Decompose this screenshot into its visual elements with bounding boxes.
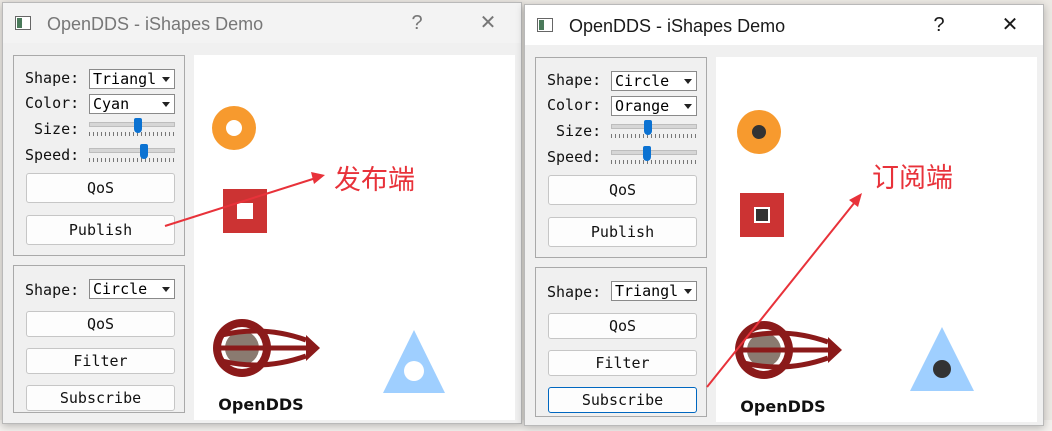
publish-color-value: Cyan bbox=[93, 95, 130, 113]
size-slider[interactable] bbox=[89, 118, 175, 140]
logo-text: OpenDDS bbox=[218, 395, 303, 414]
publish-color-value: Orange bbox=[615, 97, 670, 115]
publisher-annotation: 发布端 bbox=[334, 165, 415, 196]
ishapes-window-subscriber: OpenDDS - iShapes Demo ? ✕ Shape: Circle… bbox=[524, 4, 1044, 426]
subscribe-shape-value: Triangl bbox=[615, 282, 679, 300]
help-button[interactable]: ? bbox=[924, 11, 954, 39]
color-label: Color: bbox=[547, 96, 602, 114]
shape-label: Shape: bbox=[25, 281, 80, 299]
publish-color-select[interactable]: Cyan bbox=[89, 94, 175, 114]
speed-label: Speed: bbox=[25, 146, 80, 164]
subscriber-qos-button[interactable]: QoS bbox=[26, 311, 175, 337]
publish-shape-select[interactable]: Circle bbox=[611, 71, 697, 91]
shapes-canvas[interactable]: OpenDDS bbox=[194, 55, 515, 420]
ishapes-window-publisher: OpenDDS - iShapes Demo ? ✕ Shape: Triang… bbox=[2, 2, 522, 424]
chevron-down-icon bbox=[162, 77, 170, 82]
publisher-qos-button[interactable]: QoS bbox=[548, 175, 697, 205]
opendds-logo: OpenDDS bbox=[716, 307, 850, 422]
subscribe-button[interactable]: Subscribe bbox=[548, 387, 697, 413]
subscriber-panel: Shape: Circle QoS Filter Subscribe bbox=[13, 265, 185, 413]
speed-slider[interactable] bbox=[89, 144, 175, 166]
red-square-core bbox=[237, 203, 253, 219]
blue-triangle-core bbox=[404, 361, 424, 381]
publisher-panel: Shape: Triangl Color: Cyan Size: Speed: … bbox=[13, 55, 185, 256]
subscribe-shape-select[interactable]: Triangl bbox=[611, 281, 697, 301]
publish-shape-value: Triangl bbox=[93, 70, 157, 88]
chevron-down-icon bbox=[684, 79, 692, 84]
orange-circle-core bbox=[226, 120, 242, 136]
shape-label: Shape: bbox=[25, 69, 80, 87]
size-label: Size: bbox=[34, 120, 80, 138]
subscriber-qos-button[interactable]: QoS bbox=[548, 313, 697, 339]
window-title: OpenDDS - iShapes Demo bbox=[47, 14, 264, 34]
title-bar[interactable]: OpenDDS - iShapes Demo ? ✕ bbox=[3, 3, 521, 43]
shape-label: Shape: bbox=[547, 283, 602, 301]
help-button[interactable]: ? bbox=[402, 9, 432, 37]
subscribe-button[interactable]: Subscribe bbox=[26, 385, 175, 411]
filter-button[interactable]: Filter bbox=[548, 350, 697, 376]
publish-button[interactable]: Publish bbox=[548, 217, 697, 247]
publish-shape-value: Circle bbox=[615, 72, 670, 90]
publisher-qos-button[interactable]: QoS bbox=[26, 173, 175, 203]
subscribe-shape-value: Circle bbox=[93, 280, 148, 298]
title-bar[interactable]: OpenDDS - iShapes Demo ? ✕ bbox=[525, 5, 1043, 45]
shape-label: Shape: bbox=[547, 71, 602, 89]
speed-slider[interactable] bbox=[611, 146, 697, 168]
app-icon bbox=[15, 16, 31, 30]
size-slider[interactable] bbox=[611, 120, 697, 142]
filter-button[interactable]: Filter bbox=[26, 348, 175, 374]
size-label: Size: bbox=[556, 122, 602, 140]
logo-text: OpenDDS bbox=[740, 397, 825, 416]
publish-button[interactable]: Publish bbox=[26, 215, 175, 245]
size-slider-handle[interactable] bbox=[644, 120, 652, 135]
subscribe-shape-select[interactable]: Circle bbox=[89, 279, 175, 299]
orange-circle-core bbox=[752, 125, 766, 139]
size-slider-handle[interactable] bbox=[134, 118, 142, 133]
app-icon bbox=[537, 18, 553, 32]
chevron-down-icon bbox=[162, 287, 170, 292]
blue-triangle-core bbox=[933, 360, 951, 378]
blue-triangle-shape bbox=[910, 327, 974, 391]
chevron-down-icon bbox=[162, 102, 170, 107]
publisher-panel: Shape: Circle Color: Orange Size: Speed:… bbox=[535, 57, 707, 258]
chevron-down-icon bbox=[684, 289, 692, 294]
subscriber-panel: Shape: Triangl QoS Filter Subscribe bbox=[535, 267, 707, 417]
shapes-canvas[interactable]: OpenDDS bbox=[716, 57, 1037, 422]
publish-color-select[interactable]: Orange bbox=[611, 96, 697, 116]
red-square-core bbox=[754, 207, 770, 223]
close-button[interactable]: ✕ bbox=[995, 11, 1025, 39]
speed-slider-handle[interactable] bbox=[643, 146, 651, 161]
speed-label: Speed: bbox=[547, 148, 602, 166]
subscriber-annotation: 订阅端 bbox=[872, 163, 953, 194]
opendds-logo: OpenDDS bbox=[194, 305, 328, 420]
chevron-down-icon bbox=[684, 104, 692, 109]
color-label: Color: bbox=[25, 94, 80, 112]
close-button[interactable]: ✕ bbox=[473, 9, 503, 37]
publish-shape-select[interactable]: Triangl bbox=[89, 69, 175, 89]
speed-slider-handle[interactable] bbox=[140, 144, 148, 159]
window-title: OpenDDS - iShapes Demo bbox=[569, 16, 786, 36]
